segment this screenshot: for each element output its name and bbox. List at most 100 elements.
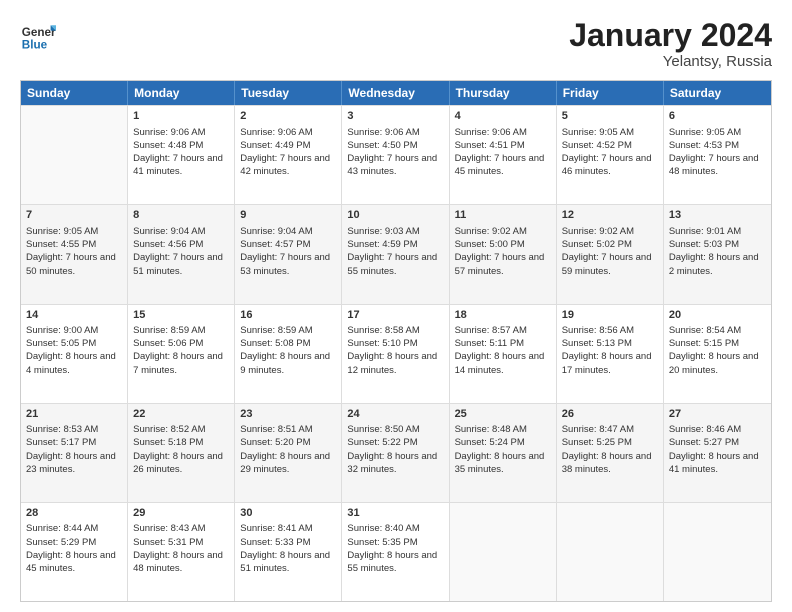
sunrise-text: Sunrise: 9:04 AM	[133, 226, 205, 237]
daylight-text: Daylight: 7 hours and 53 minutes.	[240, 252, 330, 276]
sunrise-text: Sunrise: 8:40 AM	[347, 523, 419, 534]
day-number: 9	[240, 208, 336, 223]
sunrise-text: Sunrise: 9:03 AM	[347, 226, 419, 237]
day-number: 17	[347, 308, 443, 323]
sunrise-text: Sunrise: 8:46 AM	[669, 424, 741, 435]
sunset-text: Sunset: 4:51 PM	[455, 140, 525, 151]
calendar-header: Sunday Monday Tuesday Wednesday Thursday…	[21, 81, 771, 105]
day-number: 2	[240, 109, 336, 124]
header-sunday: Sunday	[21, 81, 128, 105]
day-number: 13	[669, 208, 766, 223]
sunrise-text: Sunrise: 8:47 AM	[562, 424, 634, 435]
daylight-text: Daylight: 8 hours and 4 minutes.	[26, 351, 116, 375]
cal-cell-w1-d4: 11Sunrise: 9:02 AMSunset: 5:00 PMDayligh…	[450, 205, 557, 303]
sunset-text: Sunset: 5:18 PM	[133, 437, 203, 448]
sunset-text: Sunset: 5:20 PM	[240, 437, 310, 448]
sunrise-text: Sunrise: 9:02 AM	[455, 226, 527, 237]
cal-cell-w4-d0: 28Sunrise: 8:44 AMSunset: 5:29 PMDayligh…	[21, 503, 128, 601]
daylight-text: Daylight: 8 hours and 17 minutes.	[562, 351, 652, 375]
sunrise-text: Sunrise: 8:58 AM	[347, 325, 419, 336]
sunset-text: Sunset: 5:05 PM	[26, 338, 96, 349]
sunset-text: Sunset: 5:33 PM	[240, 537, 310, 548]
cal-cell-w3-d5: 26Sunrise: 8:47 AMSunset: 5:25 PMDayligh…	[557, 404, 664, 502]
sunset-text: Sunset: 5:35 PM	[347, 537, 417, 548]
day-number: 4	[455, 109, 551, 124]
cal-cell-w2-d6: 20Sunrise: 8:54 AMSunset: 5:15 PMDayligh…	[664, 305, 771, 403]
daylight-text: Daylight: 8 hours and 29 minutes.	[240, 451, 330, 475]
cal-cell-w1-d6: 13Sunrise: 9:01 AMSunset: 5:03 PMDayligh…	[664, 205, 771, 303]
daylight-text: Daylight: 7 hours and 59 minutes.	[562, 252, 652, 276]
day-number: 23	[240, 407, 336, 422]
cal-cell-w3-d2: 23Sunrise: 8:51 AMSunset: 5:20 PMDayligh…	[235, 404, 342, 502]
cal-cell-w0-d5: 5Sunrise: 9:05 AMSunset: 4:52 PMDaylight…	[557, 106, 664, 204]
day-number: 22	[133, 407, 229, 422]
daylight-text: Daylight: 8 hours and 51 minutes.	[240, 550, 330, 574]
logo-icon: General Blue	[20, 18, 56, 54]
daylight-text: Daylight: 8 hours and 41 minutes.	[669, 451, 759, 475]
title-month: January 2024	[569, 18, 772, 53]
daylight-text: Daylight: 8 hours and 23 minutes.	[26, 451, 116, 475]
calendar-week-4: 21Sunrise: 8:53 AMSunset: 5:17 PMDayligh…	[21, 403, 771, 502]
sunset-text: Sunset: 4:52 PM	[562, 140, 632, 151]
sunset-text: Sunset: 5:11 PM	[455, 338, 525, 349]
day-number: 3	[347, 109, 443, 124]
sunset-text: Sunset: 5:25 PM	[562, 437, 632, 448]
sunset-text: Sunset: 4:50 PM	[347, 140, 417, 151]
cal-cell-w0-d4: 4 Sunrise: 9:06 AM Sunset: 4:51 PM Daylight…	[450, 106, 557, 204]
daylight-text: Daylight: 7 hours and 45 minutes.	[455, 153, 545, 177]
cal-cell-w2-d2: 16Sunrise: 8:59 AMSunset: 5:08 PMDayligh…	[235, 305, 342, 403]
sunrise-text: Sunrise: 8:43 AM	[133, 523, 205, 534]
sunrise-text: Sunrise: 8:59 AM	[133, 325, 205, 336]
sunset-text: Sunset: 5:29 PM	[26, 537, 96, 548]
sunrise-text: Sunrise: 9:02 AM	[562, 226, 634, 237]
sunrise-text: Sunrise: 9:06 AM	[133, 127, 205, 138]
day-number: 8	[133, 208, 229, 223]
daylight-text: Daylight: 7 hours and 50 minutes.	[26, 252, 116, 276]
day-number: 10	[347, 208, 443, 223]
page: General Blue January 2024 Yelantsy, Russ…	[0, 0, 792, 612]
day-number: 21	[26, 407, 122, 422]
sunrise-text: Sunrise: 8:52 AM	[133, 424, 205, 435]
title-location: Yelantsy, Russia	[569, 53, 772, 70]
sunset-text: Sunset: 5:22 PM	[347, 437, 417, 448]
header-monday: Monday	[128, 81, 235, 105]
sunrise-text: Sunrise: 8:41 AM	[240, 523, 312, 534]
sunrise-text: Sunrise: 8:54 AM	[669, 325, 741, 336]
day-number: 12	[562, 208, 658, 223]
cal-cell-w4-d4	[450, 503, 557, 601]
day-number: 28	[26, 506, 122, 521]
sunrise-text: Sunrise: 9:05 AM	[669, 127, 741, 138]
sunset-text: Sunset: 5:27 PM	[669, 437, 739, 448]
daylight-text: Daylight: 8 hours and 7 minutes.	[133, 351, 223, 375]
sunset-text: Sunset: 4:53 PM	[669, 140, 739, 151]
daylight-text: Daylight: 8 hours and 45 minutes.	[26, 550, 116, 574]
svg-text:Blue: Blue	[22, 39, 48, 52]
daylight-text: Daylight: 7 hours and 51 minutes.	[133, 252, 223, 276]
day-number: 29	[133, 506, 229, 521]
day-number: 27	[669, 407, 766, 422]
daylight-text: Daylight: 8 hours and 55 minutes.	[347, 550, 437, 574]
cal-cell-w4-d5	[557, 503, 664, 601]
sunrise-text: Sunrise: 8:57 AM	[455, 325, 527, 336]
sunrise-text: Sunrise: 9:05 AM	[562, 127, 634, 138]
cal-cell-w3-d1: 22Sunrise: 8:52 AMSunset: 5:18 PMDayligh…	[128, 404, 235, 502]
cal-cell-w1-d5: 12 Sunrise: 9:02 AM Sunset: 5:02 PM Dayligh…	[557, 205, 664, 303]
cal-cell-w1-d3: 10Sunrise: 9:03 AMSunset: 4:59 PMDayligh…	[342, 205, 449, 303]
cal-cell-w2-d5: 19Sunrise: 8:56 AMSunset: 5:13 PMDayligh…	[557, 305, 664, 403]
daylight-text: Daylight: 8 hours and 12 minutes.	[347, 351, 437, 375]
cal-cell-w2-d4: 18Sunrise: 8:57 AMSunset: 5:11 PMDayligh…	[450, 305, 557, 403]
calendar: Sunday Monday Tuesday Wednesday Thursday…	[20, 80, 772, 602]
day-number: 14	[26, 308, 122, 323]
sunset-text: Sunset: 5:24 PM	[455, 437, 525, 448]
daylight-text: Daylight: 8 hours and 35 minutes.	[455, 451, 545, 475]
sunset-text: Sunset: 5:31 PM	[133, 537, 203, 548]
sunset-text: Sunset: 5:02 PM	[562, 239, 632, 250]
sunset-text: Sunset: 5:00 PM	[455, 239, 525, 250]
daylight-text: Daylight: 8 hours and 14 minutes.	[455, 351, 545, 375]
sunrise-text: Sunrise: 9:06 AM	[455, 127, 527, 138]
daylight-text: Daylight: 7 hours and 46 minutes.	[562, 153, 652, 177]
day-number: 16	[240, 308, 336, 323]
title-block: January 2024 Yelantsy, Russia	[569, 18, 772, 70]
cal-cell-w2-d0: 14Sunrise: 9:00 AMSunset: 5:05 PMDayligh…	[21, 305, 128, 403]
header-saturday: Saturday	[664, 81, 771, 105]
